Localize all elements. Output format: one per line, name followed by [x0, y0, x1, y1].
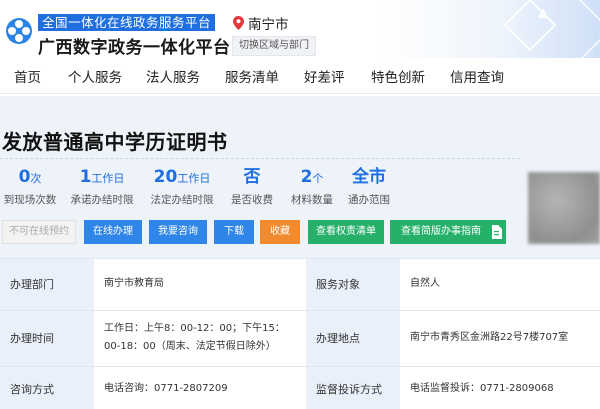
table-border: [0, 258, 600, 259]
favorite-button[interactable]: 收藏: [260, 220, 300, 244]
table-border: [0, 366, 600, 367]
document-icon: [492, 225, 502, 239]
stat-value: 1: [79, 167, 92, 187]
table-label-department: 办理部门: [0, 258, 94, 310]
nav-item-home[interactable]: 首页: [14, 66, 41, 86]
consult-button[interactable]: 我要咨询: [149, 220, 207, 244]
stat-unit: 工作日: [91, 172, 125, 185]
stat-value: 0: [18, 167, 31, 187]
appointment-button: 不可在线预约: [2, 220, 76, 244]
map-pin-icon: [233, 16, 244, 30]
divider: [0, 158, 520, 159]
stat-value: 20: [153, 167, 178, 187]
stat-label: 材料数量: [291, 194, 333, 206]
stat-unit: 工作日: [177, 172, 211, 185]
stat-scope: 全市 通办范围: [342, 166, 396, 207]
power-list-button[interactable]: 查看权责清单: [308, 220, 384, 244]
location-name: 南宁市: [248, 17, 289, 33]
stat-promised-time: 1工作日 承诺办结时限: [66, 166, 138, 207]
nav-item-service-list[interactable]: 服务清单: [225, 66, 279, 86]
stat-value: 全市: [352, 167, 386, 187]
stat-visits: 0次 到现场次数: [0, 166, 60, 207]
table-label-hours: 办理时间: [0, 310, 94, 366]
site-header: 全国一体化在线政务服务平台 广西数字政务一体化平台 南宁市 切换区域与部门: [0, 0, 600, 58]
table-value-hours: 工作日：上午8：00-12：00；下午15：00-18：00（周末、法定节假日除…: [94, 310, 306, 366]
stat-unit: 次: [30, 172, 42, 185]
download-button[interactable]: 下载: [214, 220, 254, 244]
stat-fee: 否 是否收费: [224, 166, 280, 207]
nav-item-corporate[interactable]: 法人服务: [146, 66, 200, 86]
table-label-consult: 咨询方式: [0, 366, 94, 409]
stat-value: 否: [243, 167, 261, 187]
nav-item-credit[interactable]: 信用查询: [450, 66, 504, 86]
guide-button[interactable]: 查看简版办事指南: [390, 220, 506, 244]
national-platform-banner: 全国一体化在线政务服务平台: [38, 14, 216, 31]
table-value-complaint: 电话监督投诉：0771-2809068: [400, 366, 600, 409]
stat-legal-time: 20工作日 法定办结时限: [146, 166, 218, 207]
nav-item-innovation[interactable]: 特色创新: [371, 66, 425, 86]
stat-label: 法定办结时限: [150, 194, 214, 206]
page-title: 发放普通高中学历证明书: [2, 130, 228, 154]
stat-label: 承诺办结时限: [70, 194, 134, 206]
brand-name[interactable]: 广西数字政务一体化平台: [38, 33, 231, 58]
header-decoration: [380, 0, 600, 58]
stat-materials: 2个 材料数量: [284, 166, 340, 207]
qr-code-image: [528, 172, 600, 244]
table-value-address: 南宁市青秀区金洲路22号7楼707室: [400, 310, 600, 366]
online-handle-button[interactable]: 在线办理: [84, 220, 142, 244]
table-label-complaint: 监督投诉方式: [306, 366, 400, 409]
table-border: [0, 310, 600, 311]
stat-unit: 个: [312, 172, 324, 185]
nav-item-evaluation[interactable]: 好差评: [304, 66, 345, 86]
platform-logo-icon[interactable]: [4, 16, 34, 46]
stat-label: 是否收费: [231, 194, 273, 206]
stat-value: 2: [300, 167, 313, 187]
main-nav: 首页 个人服务 法人服务 服务清单 好差评 特色创新 信用查询: [0, 58, 600, 94]
stat-label: 到现场次数: [3, 194, 57, 206]
location-selector[interactable]: 南宁市: [233, 13, 289, 33]
table-value-department: 南宁市教育局: [94, 258, 306, 310]
nav-item-personal[interactable]: 个人服务: [68, 66, 122, 86]
table-value-target: 自然人: [400, 258, 600, 310]
stat-label: 通办范围: [348, 194, 390, 206]
table-label-target: 服务对象: [306, 258, 400, 310]
switch-region-button[interactable]: 切换区域与部门: [232, 36, 316, 56]
table-label-address: 办理地点: [306, 310, 400, 366]
table-value-consult: 电话咨询：0771-2807209: [94, 366, 306, 409]
guide-button-label: 查看简版办事指南: [401, 226, 481, 237]
